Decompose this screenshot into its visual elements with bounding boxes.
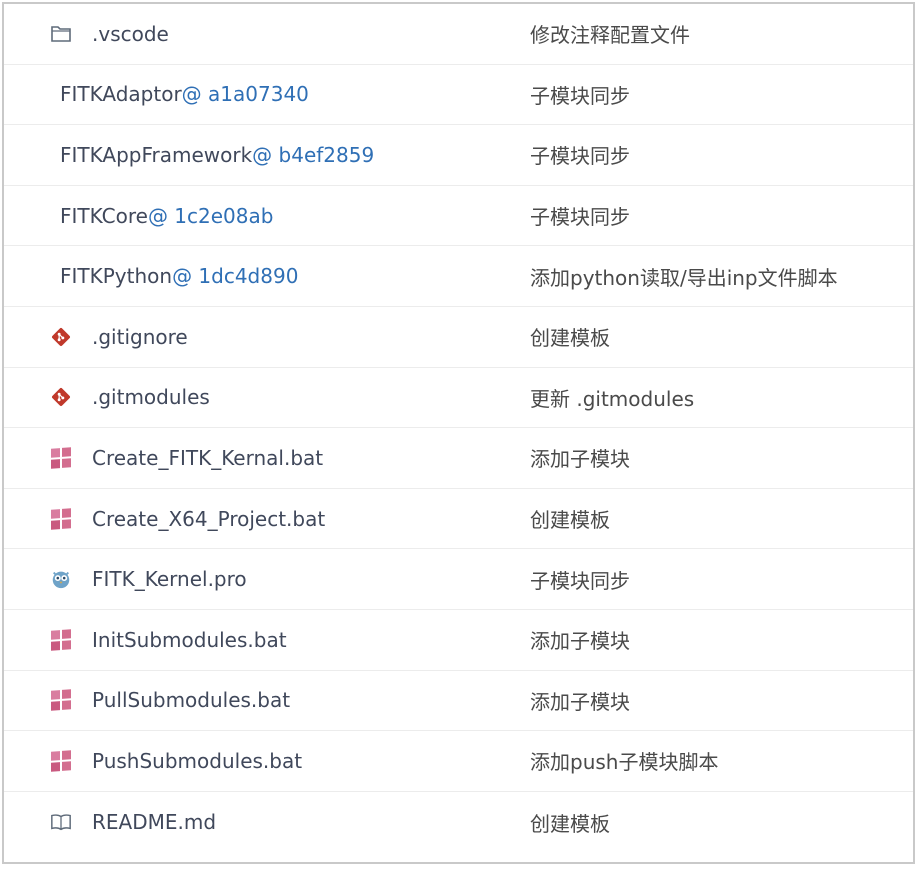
qt-owl-icon <box>50 568 72 590</box>
file-name-cell: InitSubmodules.bat <box>50 610 287 670</box>
submodule-link[interactable]: FITKAppFramework <box>60 143 252 167</box>
submodule-link[interactable]: FITKAdaptor <box>60 82 182 106</box>
windows-icon <box>50 750 72 772</box>
file-name-cell: FITKPython @ 1dc4d890 <box>60 246 298 306</box>
commit-message-link[interactable]: 创建模板 <box>530 489 610 549</box>
file-link[interactable]: .gitignore <box>92 325 188 349</box>
commit-message-link[interactable]: 修改注释配置文件 <box>530 4 690 64</box>
file-link[interactable]: InitSubmodules.bat <box>92 628 287 652</box>
commit-message-link[interactable]: 添加python读取/导出inp文件脚本 <box>530 246 838 306</box>
commit-message-link[interactable]: 添加子模块 <box>530 671 630 731</box>
file-row: FITKPython @ 1dc4d890 添加python读取/导出inp文件脚本 <box>4 246 913 307</box>
file-list-panel: .vscode 修改注释配置文件 FITKAdaptor @ a1a07340 子模块同… <box>2 2 915 864</box>
windows-icon <box>50 447 72 469</box>
file-name-cell: .gitignore <box>50 307 188 367</box>
file-row: .gitmodules 更新 .gitmodules <box>4 368 913 429</box>
submodule-commit-link[interactable]: @ b4ef2859 <box>252 143 374 167</box>
file-row: README.md 创建模板 <box>4 792 913 853</box>
file-name-cell: FITKAppFramework @ b4ef2859 <box>60 125 374 185</box>
file-name-cell: Create_FITK_Kernal.bat <box>50 428 323 488</box>
file-name-cell: README.md <box>50 792 216 853</box>
commit-message-link[interactable]: 添加push子模块脚本 <box>530 731 718 791</box>
commit-message-link[interactable]: 添加子模块 <box>530 428 630 488</box>
windows-icon <box>50 507 72 530</box>
file-row: FITKCore @ 1c2e08ab 子模块同步 <box>4 186 913 247</box>
commit-message-link[interactable]: 更新 .gitmodules <box>530 368 694 428</box>
file-name-cell: FITKAdaptor @ a1a07340 <box>60 65 309 125</box>
file-row: FITK_Kernel.pro 子模块同步 <box>4 549 913 610</box>
file-row: .gitignore 创建模板 <box>4 307 913 368</box>
file-row: FITKAppFramework @ b4ef2859 子模块同步 <box>4 125 913 186</box>
file-row: .vscode 修改注释配置文件 <box>4 4 913 65</box>
file-link[interactable]: .gitmodules <box>92 385 210 409</box>
file-link[interactable]: PullSubmodules.bat <box>92 688 290 712</box>
file-name-cell: .vscode <box>50 4 169 64</box>
commit-message-link[interactable]: 创建模板 <box>530 792 610 853</box>
file-name-cell: PullSubmodules.bat <box>50 671 290 731</box>
file-row: PushSubmodules.bat 添加push子模块脚本 <box>4 731 913 792</box>
file-link[interactable]: PushSubmodules.bat <box>92 749 302 773</box>
windows-icon <box>50 629 72 651</box>
submodule-link[interactable]: FITKCore <box>60 204 148 228</box>
git-icon <box>50 326 72 348</box>
commit-message-link[interactable]: 子模块同步 <box>530 186 630 246</box>
book-icon <box>50 811 72 833</box>
file-row: FITKAdaptor @ a1a07340 子模块同步 <box>4 65 913 126</box>
windows-icon <box>50 689 72 712</box>
file-link[interactable]: FITK_Kernel.pro <box>92 567 247 591</box>
file-name-cell: Create_X64_Project.bat <box>50 489 325 549</box>
submodule-commit-link[interactable]: @ 1dc4d890 <box>172 264 298 288</box>
file-link[interactable]: README.md <box>92 810 216 834</box>
file-row: Create_X64_Project.bat 创建模板 <box>4 489 913 550</box>
commit-message-link[interactable]: 子模块同步 <box>530 125 630 185</box>
file-list: .vscode 修改注释配置文件 FITKAdaptor @ a1a07340 子模块同… <box>4 4 913 852</box>
file-row: PullSubmodules.bat 添加子模块 <box>4 671 913 732</box>
file-name-cell: FITK_Kernel.pro <box>50 549 247 609</box>
commit-message-link[interactable]: 添加子模块 <box>530 610 630 670</box>
file-name-cell: FITKCore @ 1c2e08ab <box>60 186 273 246</box>
submodule-commit-link[interactable]: @ 1c2e08ab <box>148 204 274 228</box>
file-name-cell: PushSubmodules.bat <box>50 731 302 791</box>
submodule-commit-link[interactable]: @ a1a07340 <box>182 82 309 106</box>
file-name-cell: .gitmodules <box>50 368 210 428</box>
submodule-link[interactable]: FITKPython <box>60 264 172 288</box>
folder-icon <box>50 23 72 45</box>
commit-message-link[interactable]: 子模块同步 <box>530 549 630 609</box>
commit-message-link[interactable]: 子模块同步 <box>530 65 630 125</box>
file-link[interactable]: Create_FITK_Kernal.bat <box>92 446 323 470</box>
commit-message-link[interactable]: 创建模板 <box>530 307 610 367</box>
file-link[interactable]: Create_X64_Project.bat <box>92 507 325 531</box>
file-row: InitSubmodules.bat 添加子模块 <box>4 610 913 671</box>
git-icon <box>50 386 72 408</box>
file-row: Create_FITK_Kernal.bat 添加子模块 <box>4 428 913 489</box>
file-link[interactable]: .vscode <box>92 22 169 46</box>
